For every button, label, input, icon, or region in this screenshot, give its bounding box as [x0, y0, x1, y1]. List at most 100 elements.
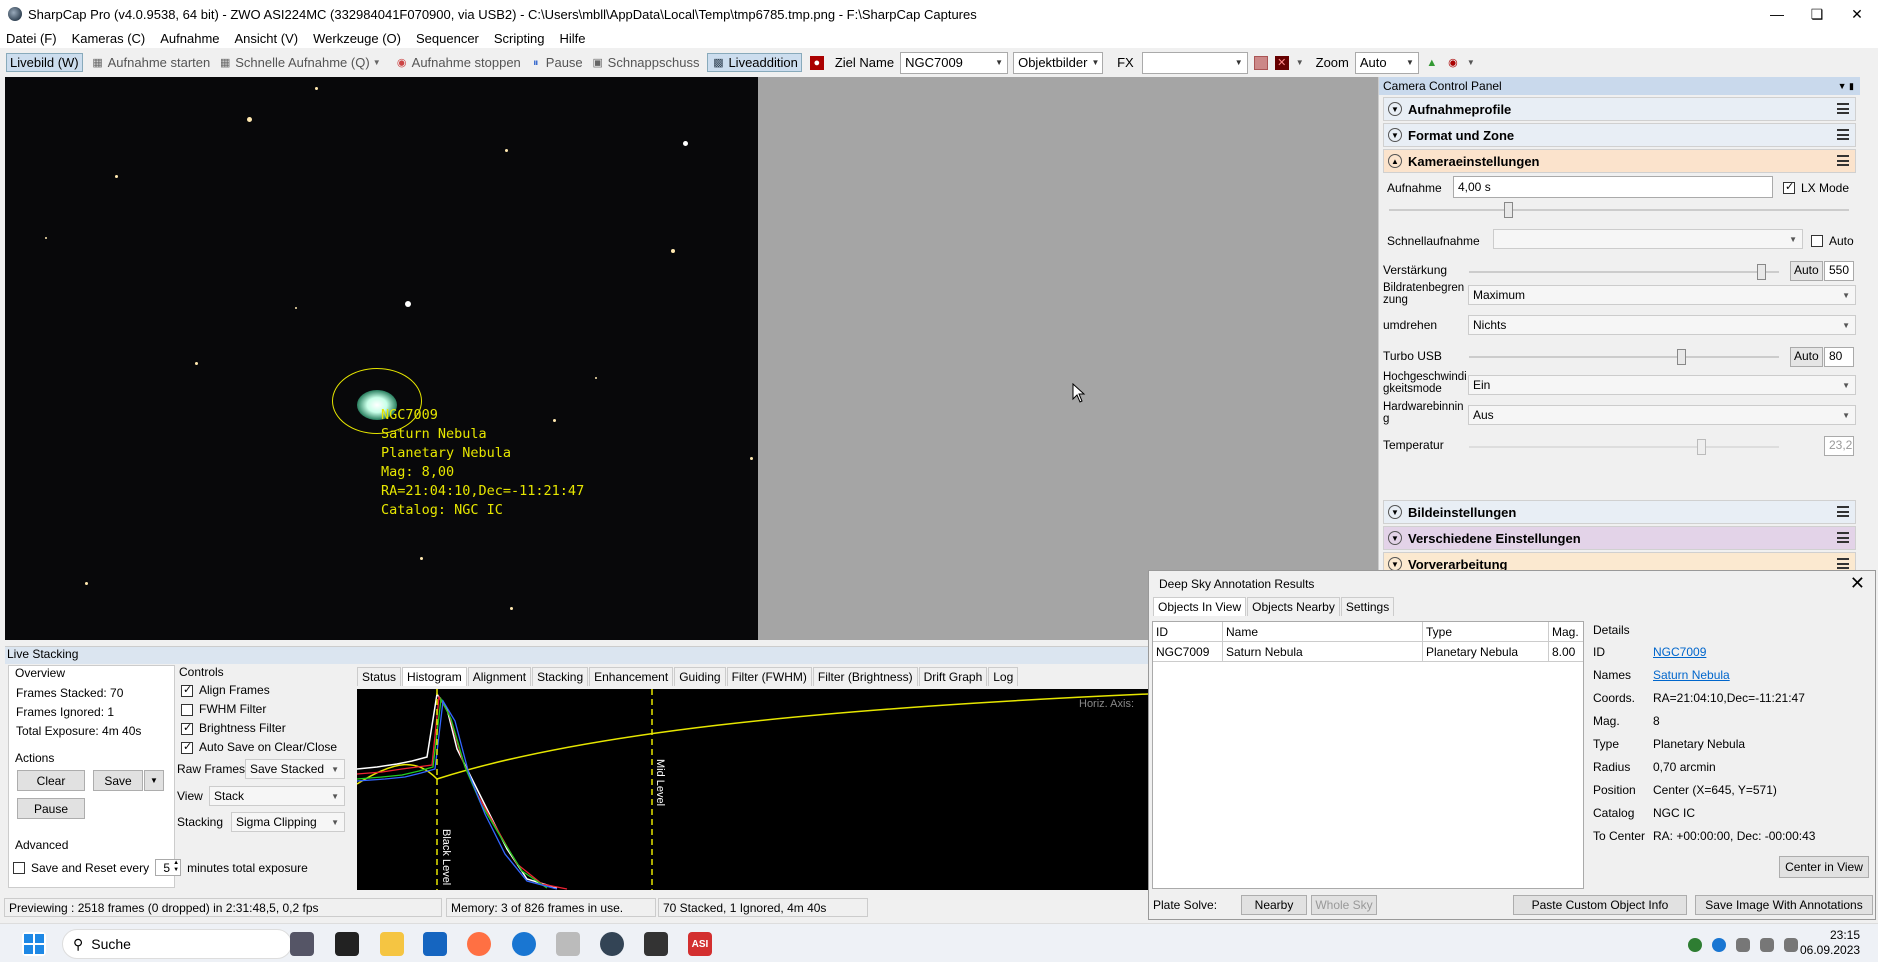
- histogram-chart[interactable]: Black Level Mid Level Horiz. Axis:: [357, 689, 1148, 890]
- close-icon[interactable]: ✕: [1850, 573, 1865, 594]
- tab-histogram[interactable]: Histogram: [402, 667, 467, 686]
- center-in-view-button[interactable]: Center in View: [1779, 856, 1869, 878]
- zoom-select[interactable]: Auto ▼: [1354, 51, 1419, 74]
- turbo-value[interactable]: 80: [1824, 347, 1854, 367]
- turbo-slider[interactable]: [1469, 349, 1779, 365]
- aufnahme-stoppen-button[interactable]: ◉ Aufnahme stoppen: [395, 55, 521, 70]
- tab-objects-in-view[interactable]: Objects In View: [1153, 597, 1247, 616]
- menu-ansicht[interactable]: Ansicht (V): [235, 31, 299, 46]
- cancel-icon[interactable]: ✕: [1274, 55, 1292, 70]
- col-mag[interactable]: Mag.: [1549, 622, 1583, 641]
- schnelle-aufnahme-button[interactable]: ▦ Schnelle Aufnahme (Q) ▼: [218, 55, 386, 70]
- aufnahme-starten-button[interactable]: ▦ Aufnahme starten: [91, 55, 210, 70]
- livebild-button[interactable]: Livebild (W): [6, 53, 83, 72]
- menu-aufnahme[interactable]: Aufnahme: [160, 31, 219, 46]
- app-icon[interactable]: [556, 932, 580, 956]
- spinner-icon[interactable]: ▲ ▼: [173, 860, 179, 874]
- lx-mode-checkbox[interactable]: [1783, 180, 1795, 194]
- schnell-auto-checkbox[interactable]: [1811, 235, 1823, 247]
- windows-start-icon[interactable]: [22, 932, 46, 956]
- save-button[interactable]: Save: [93, 770, 143, 791]
- menu-sequencer[interactable]: Sequencer: [416, 31, 479, 46]
- tab-enhancement[interactable]: Enhancement: [589, 667, 674, 686]
- save-reset-checkbox[interactable]: [13, 861, 25, 874]
- bildraten-select[interactable]: Maximum ▼: [1468, 285, 1856, 305]
- menu-icon[interactable]: [1837, 506, 1849, 517]
- tab-stacking[interactable]: Stacking: [532, 667, 589, 686]
- save-dropdown-button[interactable]: ▼: [144, 770, 164, 791]
- turbo-auto-button[interactable]: Auto: [1790, 347, 1823, 367]
- tab-filter-fwhm[interactable]: Filter (FWHM): [726, 667, 812, 686]
- battery-icon[interactable]: [1784, 938, 1798, 952]
- menu-icon[interactable]: [1837, 155, 1849, 166]
- menu-icon[interactable]: [1837, 103, 1849, 114]
- chevron-down-icon[interactable]: ▼: [1296, 58, 1304, 67]
- slider-thumb[interactable]: [1504, 202, 1513, 218]
- network-icon[interactable]: [1736, 938, 1750, 952]
- paste-custom-object-button[interactable]: Paste Custom Object Info: [1513, 895, 1687, 915]
- tab-log[interactable]: Log: [988, 667, 1019, 686]
- hardwarebinning-select[interactable]: Aus ▼: [1468, 405, 1856, 425]
- save-disk-icon[interactable]: [423, 932, 447, 956]
- task-view-icon[interactable]: [290, 932, 314, 956]
- raw-frames-select[interactable]: Save Stacked ▼: [245, 759, 345, 779]
- hochgeschwindigkeit-select[interactable]: Ein ▼: [1468, 375, 1856, 395]
- schnappschuss-button[interactable]: ▣ Schnappschuss: [591, 55, 699, 70]
- fwhm-filter-checkbox[interactable]: [181, 703, 193, 716]
- schnellaufnahme-select[interactable]: ▼: [1493, 229, 1803, 249]
- section-format-zone[interactable]: ▼ Format und Zone: [1383, 123, 1856, 147]
- tab-settings[interactable]: Settings: [1340, 597, 1395, 616]
- menu-kameras[interactable]: Kameras (C): [72, 31, 146, 46]
- umdrehen-select[interactable]: Nichts ▼: [1468, 315, 1856, 335]
- tab-alignment[interactable]: Alignment: [467, 667, 532, 686]
- clear-button[interactable]: Clear: [17, 770, 85, 791]
- view-select[interactable]: Stack ▼: [209, 786, 345, 806]
- record-icon[interactable]: [1253, 55, 1271, 70]
- gain-value[interactable]: 550: [1824, 261, 1854, 281]
- tab-guiding[interactable]: Guiding: [674, 667, 726, 686]
- section-verschiedene[interactable]: ▼ Verschiedene Einstellungen: [1383, 526, 1856, 550]
- histogram-icon[interactable]: ▲: [1425, 56, 1442, 70]
- tab-drift-graph[interactable]: Drift Graph: [918, 667, 988, 686]
- pause-button[interactable]: ⏸ Pause: [529, 55, 583, 70]
- chevron-down-icon[interactable]: ▼: [1467, 58, 1475, 67]
- thunderbird-icon[interactable]: [512, 932, 536, 956]
- details-names-link[interactable]: Saturn Nebula: [1653, 668, 1730, 682]
- whole-sky-button[interactable]: Whole Sky: [1311, 895, 1377, 915]
- nearby-button[interactable]: Nearby: [1241, 895, 1307, 915]
- zoom-icon[interactable]: ◉: [1446, 56, 1463, 70]
- details-id-link[interactable]: NGC7009: [1653, 645, 1706, 659]
- stacking-select[interactable]: Sigma Clipping ▼: [231, 812, 345, 832]
- live-image-view[interactable]: [5, 77, 758, 640]
- close-button[interactable]: ✕: [1834, 0, 1878, 28]
- firefox-icon[interactable]: [467, 932, 491, 956]
- menu-icon[interactable]: [1837, 129, 1849, 140]
- liveaddition-button[interactable]: ▩ Liveaddition: [707, 53, 802, 72]
- menu-hilfe[interactable]: Hilfe: [559, 31, 585, 46]
- menu-datei[interactable]: Datei (F): [6, 31, 57, 46]
- clock[interactable]: 23:15 06.09.2023: [1800, 928, 1860, 958]
- section-bildeinstellungen[interactable]: ▼ Bildeinstellungen: [1383, 500, 1856, 524]
- pause-button[interactable]: Pause: [17, 798, 85, 819]
- col-name[interactable]: Name: [1223, 622, 1423, 641]
- gain-slider[interactable]: [1469, 264, 1779, 280]
- menu-werkzeuge[interactable]: Werkzeuge (O): [313, 31, 401, 46]
- objektbilder-select[interactable]: Objektbilder ▼: [1013, 51, 1104, 74]
- ziel-name-select[interactable]: NGC7009 ▼: [900, 51, 1009, 74]
- taskbar-search[interactable]: ⚲ Suche: [62, 929, 292, 959]
- exposure-input[interactable]: 4,00 s: [1453, 176, 1773, 198]
- asi-icon[interactable]: ASI: [688, 932, 712, 956]
- section-aufnahmeprofile[interactable]: ▼ Aufnahmeprofile: [1383, 97, 1856, 121]
- terminal-icon[interactable]: [335, 932, 359, 956]
- exposure-slider[interactable]: [1389, 202, 1849, 218]
- menu-icon[interactable]: [1837, 532, 1849, 543]
- fx-select[interactable]: ▼: [1141, 51, 1248, 74]
- section-kameraeinstellungen[interactable]: ▲ Kameraeinstellungen: [1383, 149, 1856, 173]
- col-type[interactable]: Type: [1423, 622, 1549, 641]
- minutes-stepper[interactable]: 5 ▲ ▼: [155, 859, 182, 876]
- tab-status[interactable]: Status: [357, 667, 402, 686]
- tab-objects-nearby[interactable]: Objects Nearby: [1247, 597, 1340, 616]
- save-image-annotations-button[interactable]: Save Image With Annotations: [1695, 895, 1873, 915]
- brightness-filter-checkbox[interactable]: [181, 721, 193, 735]
- explorer-icon[interactable]: [380, 932, 404, 956]
